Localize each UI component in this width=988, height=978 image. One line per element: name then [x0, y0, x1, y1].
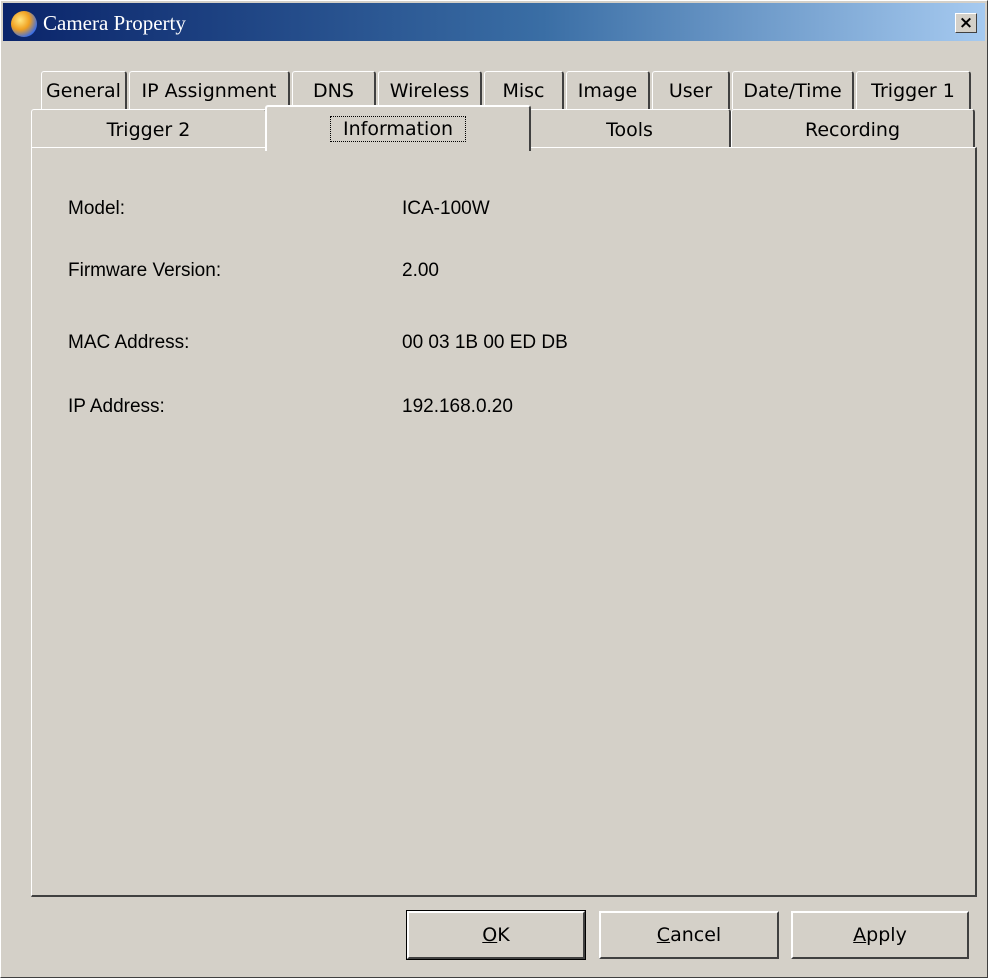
tab-trigger-2[interactable]: Trigger 2: [31, 109, 267, 149]
apply-label: pply: [866, 924, 907, 946]
tab-misc[interactable]: Misc: [484, 71, 564, 109]
camera-property-window: Camera Property × General IP Assignment …: [0, 0, 988, 978]
close-button[interactable]: ×: [955, 13, 977, 33]
title-bar[interactable]: Camera Property ×: [3, 3, 985, 41]
cancel-label: ancel: [670, 924, 722, 946]
ok-label: K: [497, 924, 510, 946]
tab-dns[interactable]: DNS: [292, 71, 376, 109]
model-value: ICA-100W: [402, 198, 490, 219]
camera-app-icon: [11, 11, 37, 37]
close-icon: ×: [958, 12, 974, 33]
cancel-mnemonic: C: [656, 924, 671, 946]
firmware-version-label: Firmware Version:: [68, 260, 222, 281]
mac-address-label: MAC Address:: [68, 332, 190, 353]
mac-address-value: 00 03 1B 00 ED DB: [402, 332, 568, 353]
tab-recording[interactable]: Recording: [731, 109, 975, 149]
tab-wireless[interactable]: Wireless: [378, 71, 482, 109]
tab-general[interactable]: General: [41, 71, 127, 109]
tab-image[interactable]: Image: [566, 71, 650, 109]
ok-mnemonic: O: [482, 924, 498, 946]
model-label: Model:: [68, 198, 126, 219]
ip-address-label: IP Address:: [68, 396, 165, 417]
apply-button[interactable]: Apply: [791, 911, 969, 959]
window-title: Camera Property: [43, 11, 186, 35]
information-panel: Model: ICA-100W Firmware Version: 2.00 M…: [31, 147, 977, 897]
tab-ip-assignment[interactable]: IP Assignment: [129, 71, 290, 109]
cancel-button[interactable]: Cancel: [599, 911, 779, 959]
tab-information[interactable]: Information: [265, 105, 531, 151]
tab-trigger-1[interactable]: Trigger 1: [856, 71, 971, 109]
tab-tools[interactable]: Tools: [529, 109, 731, 149]
tab-information-label: Information: [330, 116, 466, 142]
ok-button[interactable]: OK: [406, 910, 586, 960]
tab-user[interactable]: User: [652, 71, 730, 109]
apply-mnemonic: A: [853, 924, 867, 946]
firmware-version-value: 2.00: [402, 260, 439, 281]
ip-address-value: 192.168.0.20: [402, 396, 513, 417]
tab-date-time[interactable]: Date/Time: [732, 71, 854, 109]
